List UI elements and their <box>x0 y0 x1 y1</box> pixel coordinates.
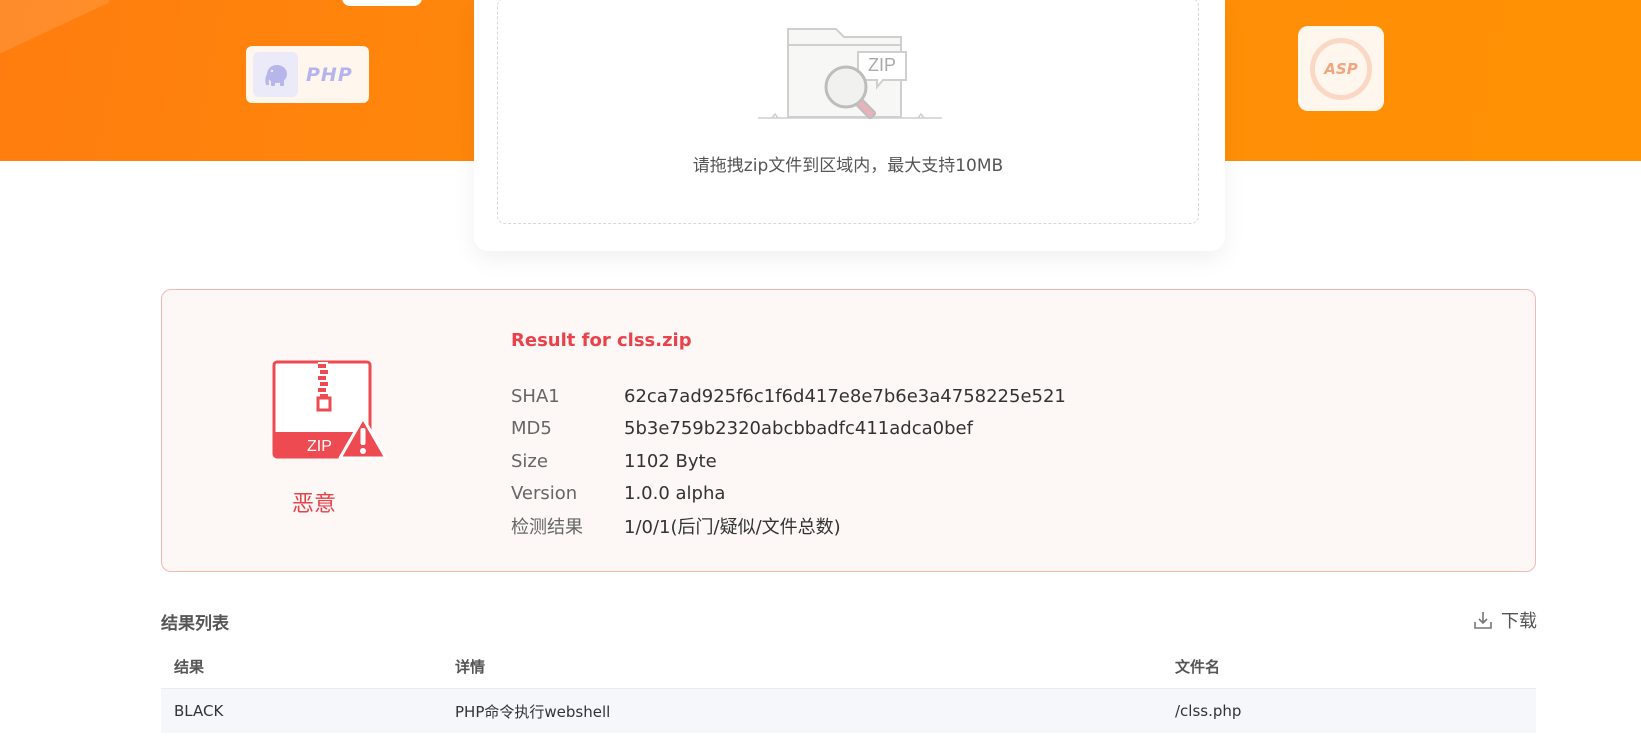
file-drop-zone[interactable]: ZIP 请拖拽zip文件到区域内，最大支持10MB <box>497 0 1199 224</box>
elephant-icon <box>253 52 298 97</box>
svg-text:ZIP: ZIP <box>307 438 332 455</box>
info-value: 1.0.0 alpha <box>624 483 726 505</box>
result-title: Result for clss.zip <box>511 330 692 351</box>
column-header-filename: 文件名 <box>1175 657 1221 676</box>
table-row: BLACK PHP命令执行webshell /clss.php <box>161 689 1536 733</box>
verdict-label: 恶意 <box>291 492 336 517</box>
info-row-size: Size 1102 Byte <box>511 445 1066 478</box>
info-value: 5b3e759b2320abcbbadfc411adca0bef <box>624 418 973 440</box>
table-header: 结果 详情 文件名 <box>161 644 1536 689</box>
language-tile-partial <box>342 0 422 6</box>
php-language-tile: PHP <box>246 46 369 103</box>
info-row-sha1: SHA1 62ca7ad925f6c1f6d417e8e7b6e3a475822… <box>511 380 1066 413</box>
svg-text:ZIP: ZIP <box>868 55 896 75</box>
cell-filename: /clss.php <box>1175 702 1242 720</box>
results-table: 结果 详情 文件名 BLACK PHP命令执行webshell /clss.ph… <box>161 644 1536 733</box>
results-list-title: 结果列表 <box>161 614 229 634</box>
cell-result: BLACK <box>174 702 224 720</box>
hero-decoration <box>0 0 110 71</box>
malicious-zip-icon: ZIP <box>272 360 388 460</box>
php-label: PHP <box>306 63 353 86</box>
info-value: 62ca7ad925f6c1f6d417e8e7b6e3a4758225e521 <box>624 385 1066 407</box>
info-row-version: Version 1.0.0 alpha <box>511 478 1066 511</box>
download-label: 下载 <box>1501 611 1537 632</box>
info-key: Size <box>511 450 548 472</box>
asp-language-tile: ASP <box>1298 26 1384 111</box>
upload-card: ZIP 请拖拽zip文件到区域内，最大支持10MB <box>474 0 1225 251</box>
download-button[interactable]: 下载 <box>1473 607 1537 633</box>
info-key: MD5 <box>511 418 552 440</box>
info-row-detection: 检测结果 1/0/1(后门/疑似/文件总数) <box>511 510 1066 543</box>
scan-result-card: ZIP 恶意 Result for clss.zip SHA1 62ca7ad9… <box>161 289 1536 572</box>
zip-badge-text: ZIP <box>868 55 896 75</box>
info-row-md5: MD5 5b3e759b2320abcbbadfc411adca0bef <box>511 413 1066 446</box>
info-key: SHA1 <box>511 385 560 407</box>
file-info-table: SHA1 62ca7ad925f6c1f6d417e8e7b6e3a475822… <box>511 380 1066 543</box>
zip-search-illustration-icon <box>758 28 942 120</box>
info-key: Version <box>511 483 578 505</box>
column-header-detail: 详情 <box>455 657 486 676</box>
column-header-result: 结果 <box>174 657 205 676</box>
download-icon <box>1474 612 1492 629</box>
drop-hint-text: 请拖拽zip文件到区域内，最大支持10MB <box>692 156 1004 176</box>
asp-label: ASP <box>1324 59 1358 78</box>
asp-logo: ASP <box>1310 37 1372 100</box>
info-value: 1/0/1(后门/疑似/文件总数) <box>624 517 841 539</box>
info-key: 检测结果 <box>511 517 583 539</box>
info-value: 1102 Byte <box>624 450 717 472</box>
cell-detail: PHP命令执行webshell <box>455 702 611 721</box>
